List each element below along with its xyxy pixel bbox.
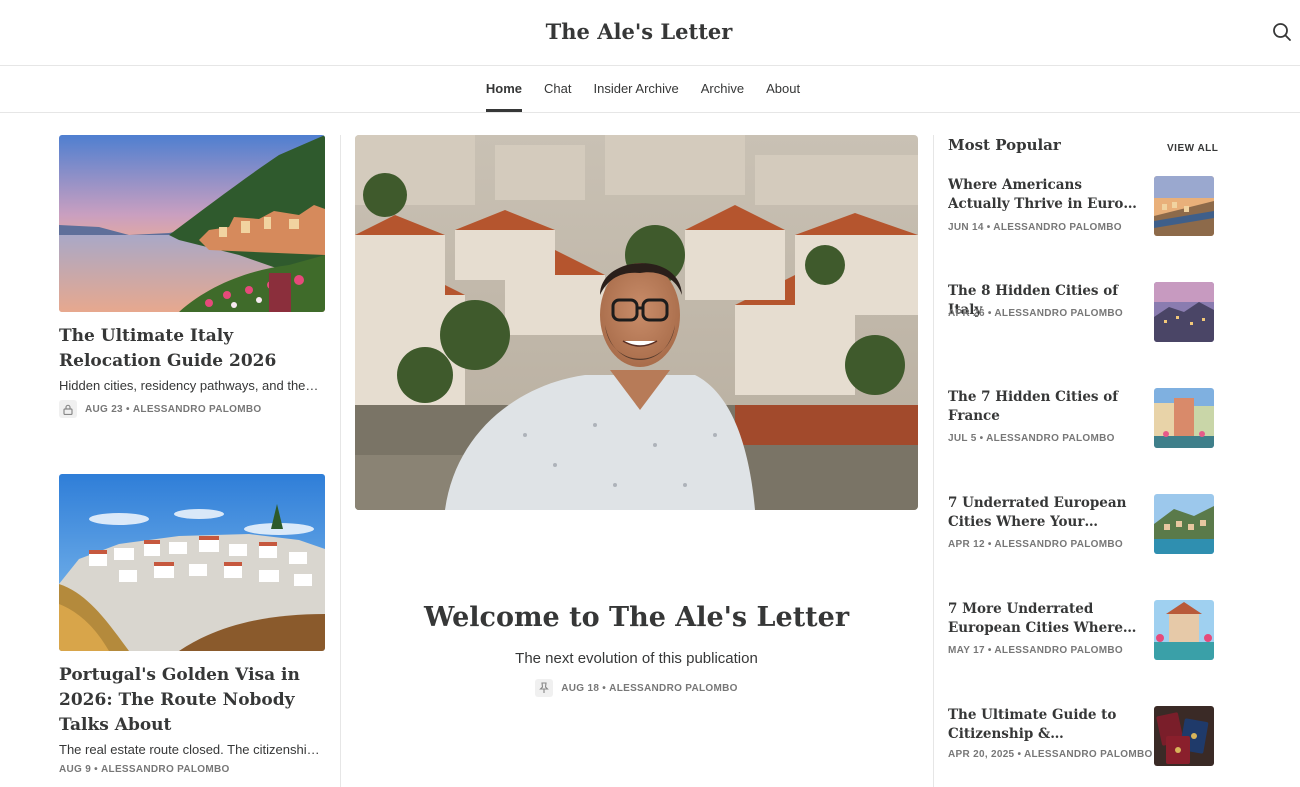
popular-item-thumbnail[interactable] xyxy=(1154,706,1214,766)
site-title[interactable]: The Ale's Letter xyxy=(0,19,1278,44)
popular-item-title[interactable]: The 7 Hidden Cities of France xyxy=(948,388,1144,426)
popular-item-title[interactable]: 7 More Underrated European Cities Where … xyxy=(948,600,1144,638)
feature-author[interactable]: ALESSANDRO PALOMBO xyxy=(609,683,738,694)
popular-item[interactable]: Where Americans Actually Thrive in Europ… xyxy=(948,176,1214,238)
post-author[interactable]: ALESSANDRO PALOMBO xyxy=(133,404,262,415)
post-card[interactable]: Portugal's Golden Visa in 2026: The Rout… xyxy=(59,474,325,775)
lock-icon xyxy=(59,400,77,418)
popular-item-title[interactable]: Where Americans Actually Thrive in Europ… xyxy=(948,176,1144,214)
post-author[interactable]: ALESSANDRO PALOMBO xyxy=(101,764,230,775)
meta-separator: • xyxy=(122,403,133,415)
view-all-link[interactable]: VIEW ALL xyxy=(1167,143,1218,154)
popular-item-meta: MAY 17 • ALESSANDRO PALOMBO xyxy=(948,645,1123,656)
feature-meta-row: AUG 18 • ALESSANDRO PALOMBO xyxy=(535,679,737,697)
post-date: AUG 9 xyxy=(59,764,92,775)
popular-item-thumbnail[interactable] xyxy=(1154,282,1214,342)
popular-item-meta: JUN 14 • ALESSANDRO PALOMBO xyxy=(948,222,1122,233)
column-divider xyxy=(340,135,341,787)
post-subtitle: Hidden cities, residency pathways, and t… xyxy=(59,378,319,393)
popular-item-meta: APR 20, 2025 • ALESSANDRO PALOMBO xyxy=(948,749,1153,760)
feature-subtitle: The next evolution of this publication xyxy=(515,650,758,667)
post-subtitle: The real estate route closed. The citize… xyxy=(59,742,325,757)
popular-item[interactable]: The Ultimate Guide to Citizenship & Resi… xyxy=(948,706,1214,768)
tab-about[interactable]: About xyxy=(766,66,800,112)
tab-chat[interactable]: Chat xyxy=(544,66,571,112)
popular-item[interactable]: 7 Underrated European Cities Where Your … xyxy=(948,494,1214,556)
popular-item-thumbnail[interactable] xyxy=(1154,494,1214,554)
popular-item[interactable]: The 7 Hidden Cities of France JUL 5 • AL… xyxy=(948,388,1214,450)
popular-item-meta: JUL 5 • ALESSANDRO PALOMBO xyxy=(948,433,1115,444)
popular-item[interactable]: 7 More Underrated European Cities Where … xyxy=(948,600,1214,662)
tab-archive[interactable]: Archive xyxy=(701,66,744,112)
post-card[interactable]: The Ultimate Italy Relocation Guide 2026… xyxy=(59,135,325,418)
search-icon[interactable] xyxy=(1272,22,1294,44)
pin-icon xyxy=(535,679,554,697)
main-nav: Home Chat Insider Archive Archive About xyxy=(0,66,1300,113)
post-meta: AUG 23 • ALESSANDRO PALOMBO xyxy=(59,400,325,418)
popular-item-meta: APR 26 • ALESSANDRO PALOMBO xyxy=(948,308,1123,319)
tab-home[interactable]: Home xyxy=(485,66,523,112)
popular-item-thumbnail[interactable] xyxy=(1154,388,1214,448)
popular-item-thumbnail[interactable] xyxy=(1154,600,1214,660)
popular-item-thumbnail[interactable] xyxy=(1154,176,1214,236)
meta-separator: • xyxy=(91,764,102,775)
feature-meta: AUG 18 • ALESSANDRO PALOMBO xyxy=(355,679,918,697)
site-header: The Ale's Letter xyxy=(0,0,1300,66)
post-meta: AUG 9 • ALESSANDRO PALOMBO xyxy=(59,764,325,775)
post-title[interactable]: The Ultimate Italy Relocation Guide 2026 xyxy=(59,324,325,374)
feature-date: AUG 18 xyxy=(561,682,600,694)
post-date: AUG 23 xyxy=(85,403,123,415)
popular-item-title[interactable]: The Ultimate Guide to Citizenship & Resi… xyxy=(948,706,1144,744)
post-image-lake-town[interactable] xyxy=(59,135,325,312)
tab-insider-archive[interactable]: Insider Archive xyxy=(593,66,678,112)
post-title[interactable]: Portugal's Golden Visa in 2026: The Rout… xyxy=(59,663,325,738)
feature-image-portrait[interactable] xyxy=(355,135,918,510)
popular-item[interactable]: The 8 Hidden Cities of Italy APR 26 • AL… xyxy=(948,282,1214,344)
meta-separator: • xyxy=(599,682,610,694)
feature-title[interactable]: Welcome to The Ale's Letter xyxy=(355,602,918,633)
popular-item-meta: APR 12 • ALESSANDRO PALOMBO xyxy=(948,539,1123,550)
post-image-coastal-village[interactable] xyxy=(59,474,325,651)
column-divider xyxy=(933,135,934,787)
popular-item-title[interactable]: 7 Underrated European Cities Where Your … xyxy=(948,494,1144,532)
most-popular-heading: Most Popular xyxy=(948,136,1061,154)
